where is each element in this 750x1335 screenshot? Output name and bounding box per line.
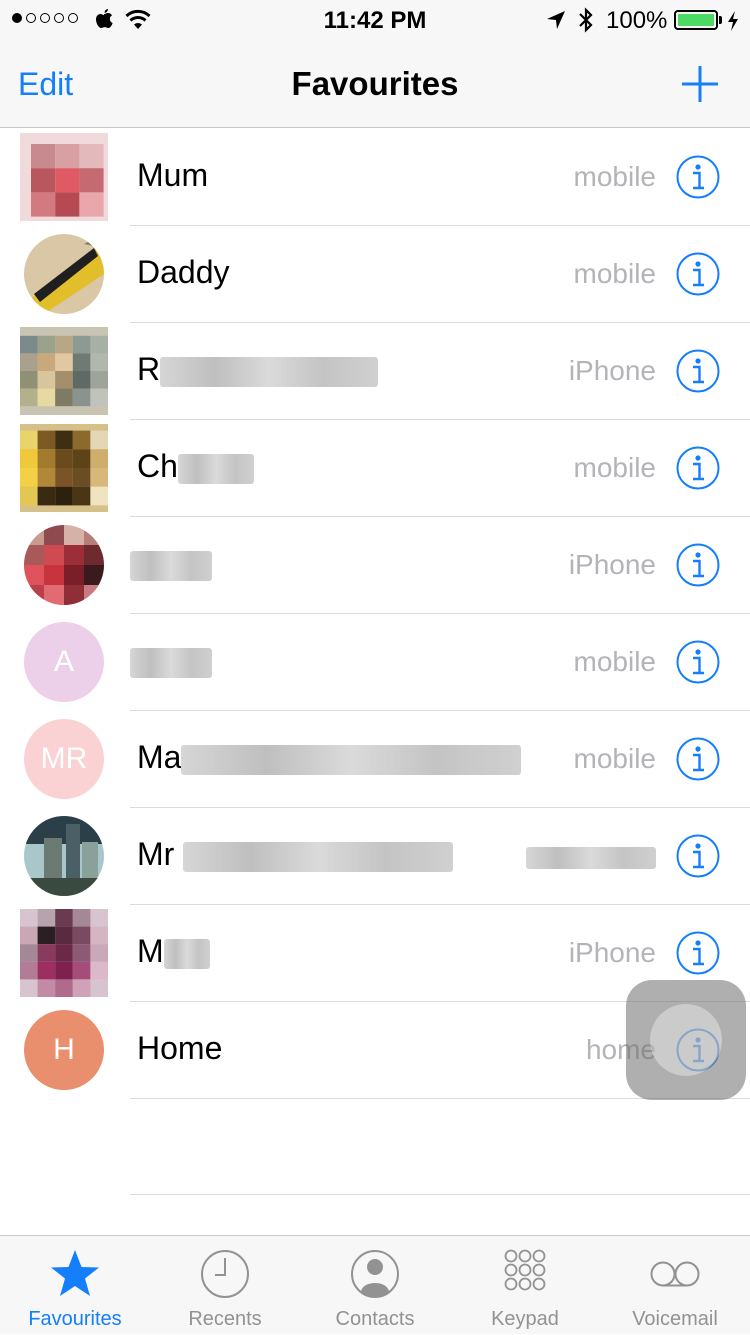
row-divider [130,1194,750,1195]
redacted-label [526,846,656,869]
redacted-text [177,453,254,484]
favourite-row[interactable]: Mum mobile [0,129,750,226]
favourite-row[interactable]: Ch mobile [0,420,750,517]
redacted-text [160,356,379,387]
redacted-text [130,550,212,581]
contact-name: Mr [137,836,454,873]
tab-favourites[interactable]: Favourites [0,1236,150,1335]
charging-bolt-icon [728,11,738,31]
page-title: Favourites [291,65,459,102]
contact-name: Ch [137,448,254,485]
favourite-row[interactable]: Mr [0,808,750,905]
tab-label: Voicemail [632,1308,718,1330]
contact-photo [24,525,104,605]
tab-bar: Favourites Recents Contacts Keypad Voice… [0,1235,750,1334]
favourite-row[interactable]: A mobile [0,614,750,711]
favourites-list: Mum mobile Daddy mobile R iPhone Ch mobi… [0,129,750,1099]
phone-type-label: mobile [573,646,656,677]
contact-name: Home [137,1030,223,1066]
info-icon[interactable] [676,543,720,587]
status-bar: 11:42 PM 100% [0,0,750,40]
contact-initials-avatar: A [24,622,104,702]
contact-photo [20,133,108,221]
star-icon [51,1250,99,1296]
location-arrow-icon [547,11,565,29]
phone-type-label: mobile [573,743,656,774]
keypad-icon [504,1249,546,1291]
contact-name: Daddy [137,254,230,290]
info-icon[interactable] [676,737,720,781]
voicemail-icon [650,1261,700,1287]
clock-icon [201,1250,249,1298]
bluetooth-icon [579,7,593,33]
info-icon[interactable] [676,834,720,878]
assistive-touch-ring [650,1004,722,1076]
tab-label: Favourites [28,1308,122,1330]
contact-photo [24,816,104,896]
info-icon[interactable] [676,640,720,684]
assistive-touch-button[interactable] [626,980,746,1100]
contact-photo [20,909,108,997]
contact-photo [24,234,104,314]
battery-percentage: 100% [606,7,668,34]
phone-type-label: mobile [573,452,656,483]
info-icon[interactable] [676,252,720,296]
phone-type-label: iPhone [568,937,656,968]
contact-photo [20,327,108,415]
info-icon[interactable] [676,349,720,393]
phone-type-label: iPhone [568,549,656,580]
tab-contacts[interactable]: Contacts [300,1236,450,1335]
contact-initials-avatar: H [24,1010,104,1090]
battery-icon [674,10,718,30]
contact-name: M [137,933,210,970]
info-icon[interactable] [676,446,720,490]
redacted-text [183,841,454,872]
contact-name: R [137,351,379,388]
phone-type-label: mobile [573,258,656,289]
contact-photo [20,424,108,512]
redacted-text [181,744,522,775]
redacted-text [130,647,212,678]
redacted-text [163,938,210,969]
info-icon[interactable] [676,931,720,975]
contact-name: Ma [137,739,522,776]
battery-tip [719,16,722,24]
phone-type-label: mobile [573,161,656,192]
contact-name [130,545,212,582]
tab-voicemail[interactable]: Voicemail [600,1236,750,1335]
favourite-row[interactable]: MR Ma mobile [0,711,750,808]
favourite-row[interactable]: iPhone [0,517,750,614]
phone-type-label [526,840,656,872]
contact-silhouette-icon [351,1250,399,1298]
favourite-row[interactable]: R iPhone [0,323,750,420]
tab-label: Recents [188,1308,262,1330]
tab-keypad[interactable]: Keypad [450,1236,600,1335]
tab-label: Keypad [491,1308,559,1330]
favourite-row[interactable]: Daddy mobile [0,226,750,323]
contact-initials-avatar: MR [24,719,104,799]
add-favourite-button[interactable] [680,64,720,104]
info-icon[interactable] [676,155,720,199]
tab-label: Contacts [335,1308,415,1330]
tab-recents[interactable]: Recents [150,1236,300,1335]
contact-name: Mum [137,157,209,193]
contact-name [130,642,212,679]
phone-type-label: iPhone [568,355,656,386]
navigation-bar: Edit Favourites [0,40,750,128]
